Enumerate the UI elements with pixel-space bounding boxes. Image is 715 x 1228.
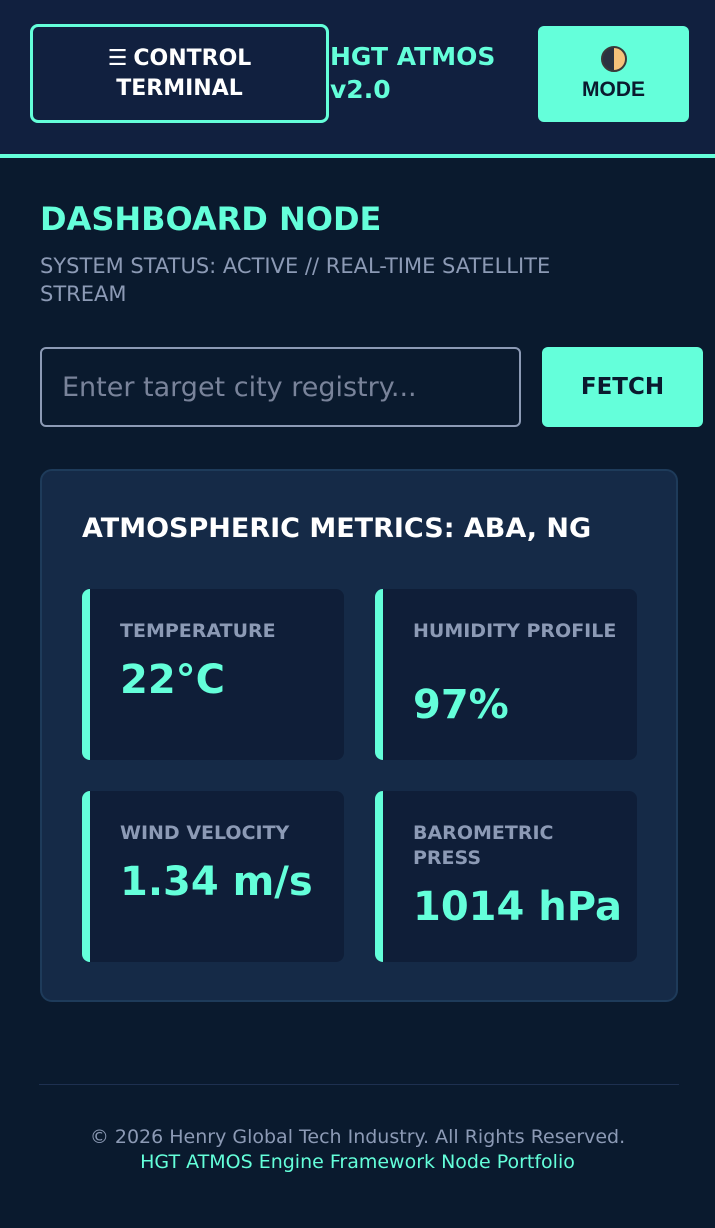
status-subtitle: SYSTEM STATUS: ACTIVE // REAL-TIME SATEL… (40, 254, 551, 306)
page-title: DASHBOARD NODE (40, 200, 382, 238)
metrics-panel: ATMOSPHERIC METRICS: ABA, NG TEMPERATURE… (40, 469, 678, 1002)
metric-label: WIND VELOCITY (120, 822, 290, 844)
menu-icon: ☰ (107, 45, 128, 71)
footer-copyright: © 2026 Henry Global Tech Industry. All R… (89, 1126, 626, 1148)
sidebar-item-label: ☰ CONTROL TERMINAL (63, 44, 296, 104)
footer-divider (39, 1084, 679, 1085)
metric-value: 1014 hPa (413, 884, 622, 930)
metric-value: 1.34 m/s (120, 859, 313, 905)
metric-label: HUMIDITY PROFILE (413, 620, 617, 642)
mode-label: MODE (582, 78, 645, 101)
fetch-button[interactable]: FETCH (542, 347, 703, 427)
metric-value: 22°C (120, 657, 226, 703)
mode-toggle-button[interactable]: MODE (538, 26, 689, 122)
humidity-card: HUMIDITY PROFILE 97% (375, 589, 637, 760)
temperature-card: TEMPERATURE 22°C (82, 589, 344, 760)
app-header: ☰ CONTROL TERMINAL HGT ATMOS v2.0 MODE (0, 0, 715, 158)
city-search-input[interactable] (40, 347, 521, 427)
control-terminal-button[interactable]: ☰ CONTROL TERMINAL (30, 24, 329, 123)
brand-title: HGT ATMOS v2.0 (330, 42, 496, 104)
metric-label: BAROMETRIC PRESS (413, 822, 554, 869)
control-terminal-label: CONTROL TERMINAL (116, 45, 252, 101)
metric-value: 97% (413, 682, 509, 728)
metric-label: TEMPERATURE (120, 620, 276, 642)
footer-portfolio-link[interactable]: HGT ATMOS Engine Framework Node Portfoli… (0, 1151, 715, 1173)
wind-card: WIND VELOCITY 1.34 m/s (82, 791, 344, 962)
pressure-card: BAROMETRIC PRESS 1014 hPa (375, 791, 637, 962)
half-moon-icon (600, 46, 627, 72)
metrics-title: ATMOSPHERIC METRICS: ABA, NG (82, 513, 592, 544)
